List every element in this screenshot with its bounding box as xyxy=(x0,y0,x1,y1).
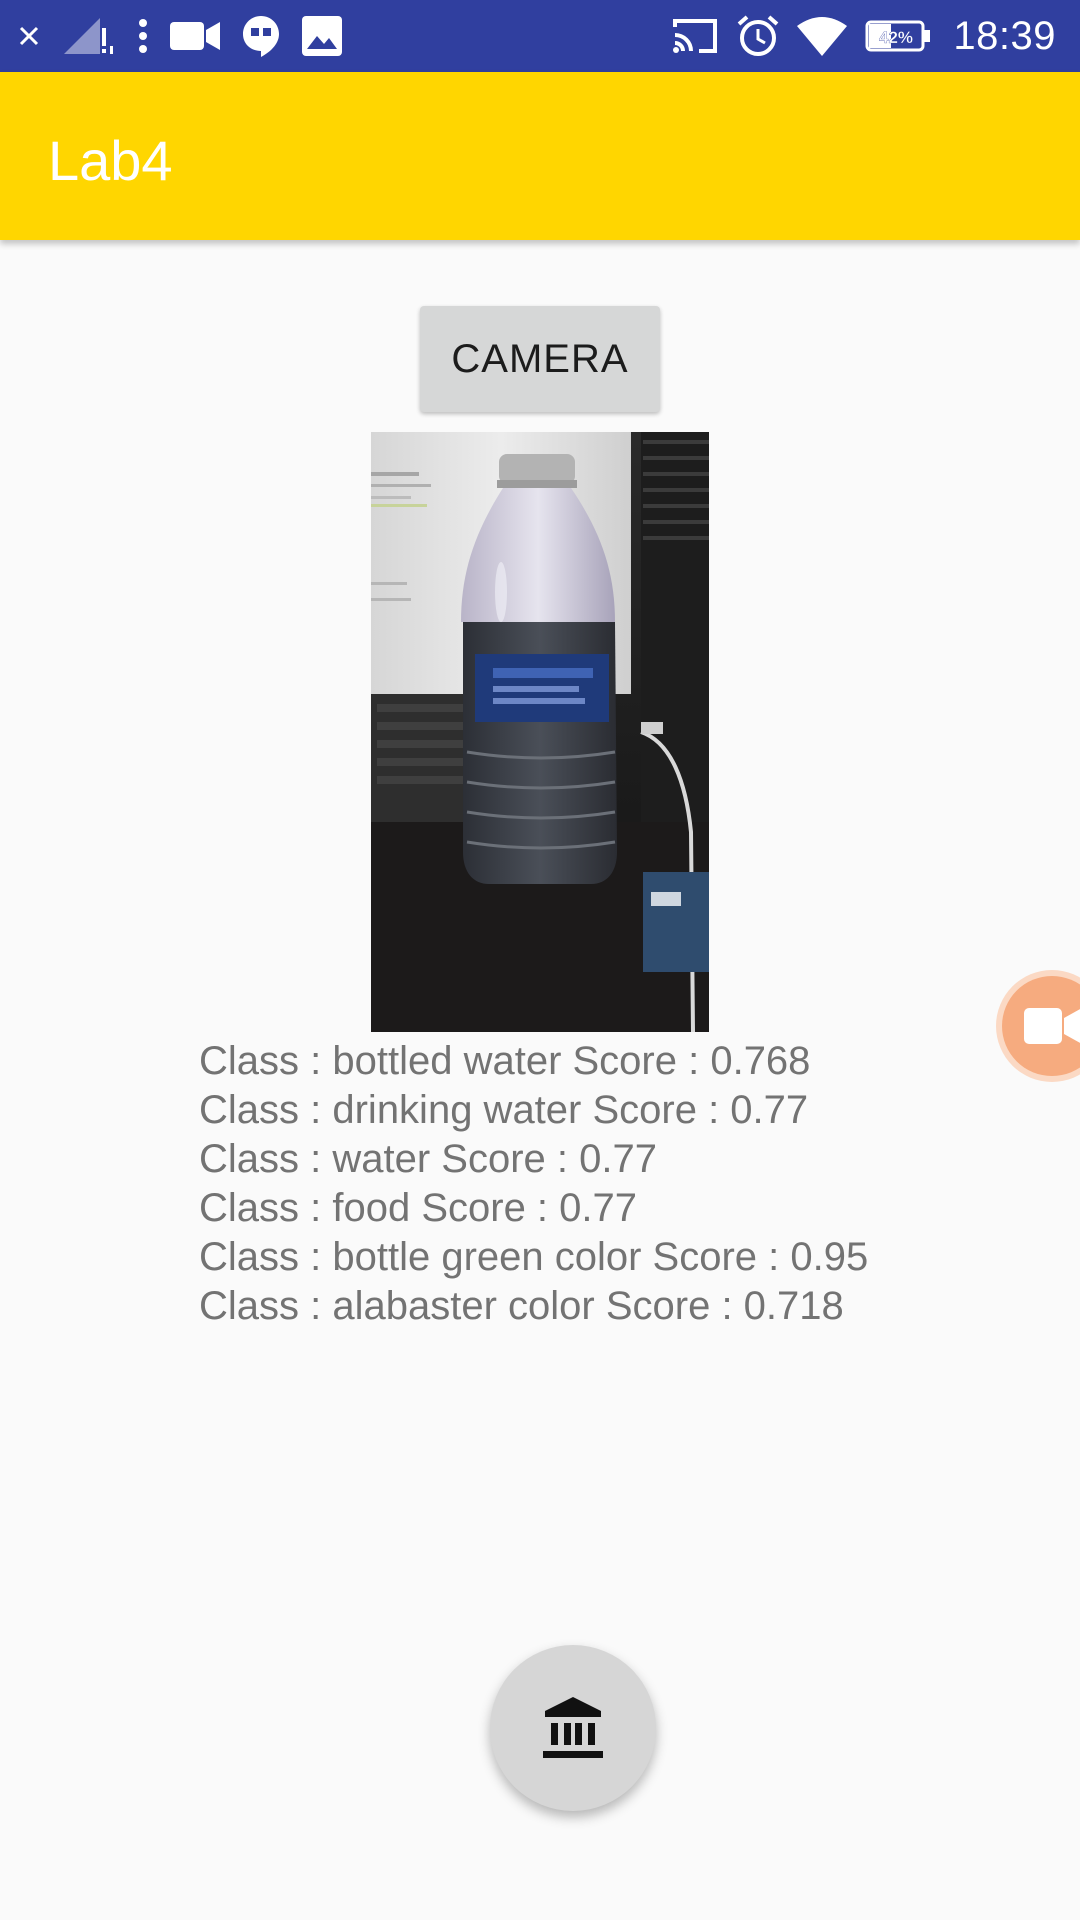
status-bar-right: 42% 18:39 xyxy=(671,0,1056,72)
video-camera-icon xyxy=(1024,1008,1080,1044)
alarm-icon xyxy=(737,15,779,57)
video-call-icon xyxy=(170,20,220,52)
result-line: Class : bottle green color Score : 0.95 xyxy=(199,1235,869,1279)
battery-percent: 42% xyxy=(879,28,913,47)
bank-fab-button[interactable] xyxy=(490,1645,656,1811)
wifi-icon xyxy=(797,16,848,56)
app-bar: Lab4 xyxy=(0,72,1080,240)
hangouts-icon xyxy=(242,15,280,57)
battery-icon: 42% xyxy=(865,20,931,52)
floating-video-bubble[interactable] xyxy=(1002,976,1080,1076)
image-icon xyxy=(302,16,342,56)
status-bar-left xyxy=(18,0,364,72)
bank-icon xyxy=(543,1697,603,1758)
result-line: Class : bottled water Score : 0.768 xyxy=(199,1039,811,1083)
captured-photo xyxy=(371,432,709,1032)
app-title: Lab4 xyxy=(48,129,173,192)
more-vert-icon xyxy=(138,18,148,54)
result-line: Class : drinking water Score : 0.77 xyxy=(199,1088,809,1132)
status-time: 18:39 xyxy=(953,13,1056,58)
no-signal-icon xyxy=(62,16,116,56)
classification-results: Class : bottled water Score : 0.768 Clas… xyxy=(199,1037,999,1331)
close-icon xyxy=(18,25,40,47)
cast-icon xyxy=(671,17,719,55)
camera-button[interactable]: CAMERA xyxy=(420,306,660,412)
status-bar: 42% 18:39 xyxy=(0,0,1080,72)
result-line: Class : alabaster color Score : 0.718 xyxy=(199,1284,844,1328)
result-line: Class : water Score : 0.77 xyxy=(199,1137,657,1181)
result-line: Class : food Score : 0.77 xyxy=(199,1186,638,1230)
bottle-photo-image xyxy=(371,432,709,1032)
